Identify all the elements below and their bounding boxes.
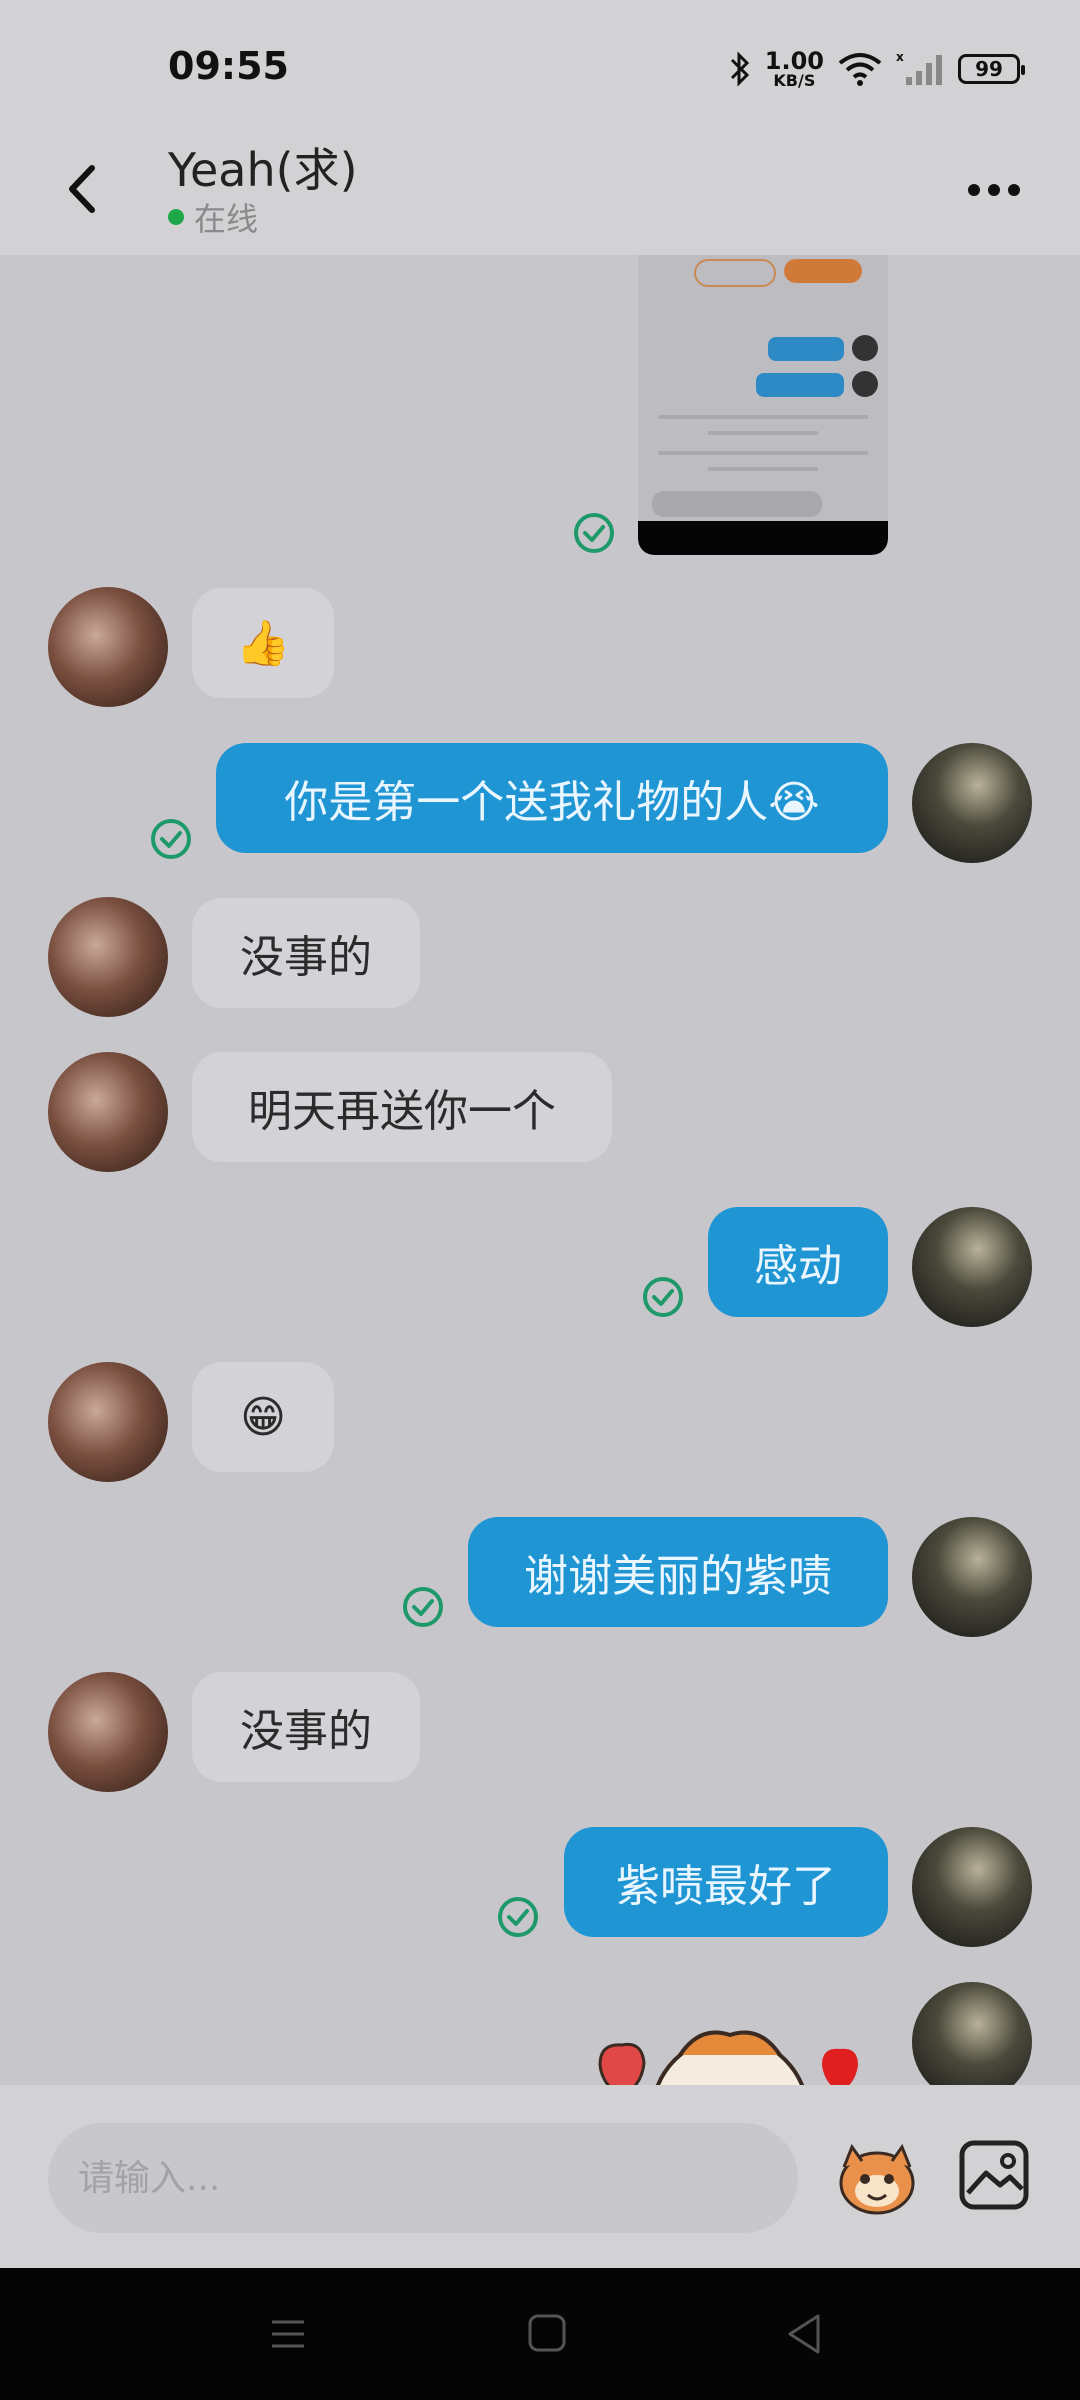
- thumb-line: [658, 451, 868, 455]
- online-status: 在线: [168, 194, 258, 240]
- sticker-icon[interactable]: [832, 2133, 922, 2223]
- input-bar: [0, 2085, 1080, 2268]
- read-check-icon: [574, 513, 614, 553]
- message-text: 😁: [240, 1391, 286, 1443]
- back-arrow-icon[interactable]: [56, 154, 116, 224]
- message-text: 谢谢美丽的紫啧: [524, 1551, 832, 1602]
- message-text: 你是第一个送我礼物的人😭: [284, 777, 820, 828]
- outgoing-message-bubble[interactable]: 感动: [708, 1207, 888, 1317]
- cat-sticker-icon: [598, 2030, 858, 2085]
- contact-avatar[interactable]: [48, 1362, 168, 1482]
- home-icon[interactable]: [516, 2308, 576, 2360]
- thumb-bubble: [756, 373, 844, 397]
- chat-header: Yeah(求) 在线: [0, 130, 1080, 255]
- thumb-input: [652, 491, 822, 517]
- thumb-navbar: [638, 521, 888, 555]
- incoming-message-bubble[interactable]: 没事的: [192, 898, 420, 1008]
- my-avatar[interactable]: [912, 1517, 1032, 1637]
- contact-avatar[interactable]: [48, 1672, 168, 1792]
- menu-icon[interactable]: [258, 2308, 318, 2360]
- thumb-button: [694, 259, 776, 287]
- contact-avatar[interactable]: [48, 1052, 168, 1172]
- message-input[interactable]: [48, 2123, 798, 2233]
- message-text: 👍: [235, 618, 291, 669]
- thumb-bubble: [768, 337, 844, 361]
- incoming-message-bubble[interactable]: 没事的: [192, 1672, 420, 1782]
- outgoing-message-bubble[interactable]: 紫啧最好了: [564, 1827, 888, 1937]
- contact-avatar[interactable]: [48, 897, 168, 1017]
- status-icons: 1.00 KB/S x 99: [729, 44, 1025, 94]
- my-avatar[interactable]: [912, 743, 1032, 863]
- my-avatar[interactable]: [912, 1207, 1032, 1327]
- network-speed: 1.00 KB/S: [764, 47, 824, 90]
- online-status-text: 在线: [194, 200, 259, 238]
- incoming-message-bubble[interactable]: 👍: [192, 588, 334, 698]
- read-check-icon: [498, 1897, 538, 1937]
- wifi-icon: [838, 53, 882, 86]
- outgoing-message-bubble[interactable]: 你是第一个送我礼物的人😭: [216, 743, 888, 853]
- contact-name: Yeah(求): [168, 143, 358, 197]
- message-text: 感动: [754, 1241, 842, 1292]
- incoming-message-bubble[interactable]: 😁: [192, 1362, 334, 1472]
- battery-icon: 99: [958, 54, 1025, 84]
- read-check-icon: [403, 1587, 443, 1627]
- my-avatar[interactable]: [912, 1982, 1032, 2085]
- back-icon[interactable]: [776, 2308, 836, 2360]
- more-options-icon[interactable]: [964, 170, 1024, 210]
- image-message[interactable]: [638, 255, 888, 555]
- contact-avatar[interactable]: [48, 587, 168, 707]
- signal-icon: x: [896, 51, 942, 85]
- status-time: 09:55: [168, 44, 289, 88]
- thumb-line: [658, 415, 868, 419]
- read-check-icon: [151, 819, 191, 859]
- online-dot: [168, 209, 184, 225]
- my-avatar[interactable]: [912, 1827, 1032, 1947]
- thumb-line: [708, 467, 818, 471]
- thumb-avatar: [852, 371, 878, 397]
- status-bar: 09:55 1.00 KB/S x 99: [0, 0, 1080, 130]
- image-picker-icon[interactable]: [954, 2135, 1034, 2215]
- sticker-message[interactable]: [590, 2005, 870, 2085]
- read-check-icon: [643, 1277, 683, 1317]
- message-text: 没事的: [240, 932, 372, 983]
- thumb-button: [784, 259, 862, 283]
- message-text: 没事的: [240, 1706, 372, 1757]
- thumb-line: [708, 431, 818, 435]
- system-nav-bar: [0, 2268, 1080, 2400]
- svg-text:x: x: [896, 51, 904, 64]
- message-text: 紫啧最好了: [616, 1861, 836, 1912]
- message-list[interactable]: 👍 你是第一个送我礼物的人😭 没事的 明天再送你一个 感动 😁 谢谢美丽的紫啧: [0, 255, 1080, 2085]
- bluetooth-icon: [730, 51, 749, 87]
- incoming-message-bubble[interactable]: 明天再送你一个: [192, 1052, 612, 1162]
- message-text: 明天再送你一个: [248, 1086, 556, 1137]
- outgoing-message-bubble[interactable]: 谢谢美丽的紫啧: [468, 1517, 888, 1627]
- thumb-avatar: [852, 335, 878, 361]
